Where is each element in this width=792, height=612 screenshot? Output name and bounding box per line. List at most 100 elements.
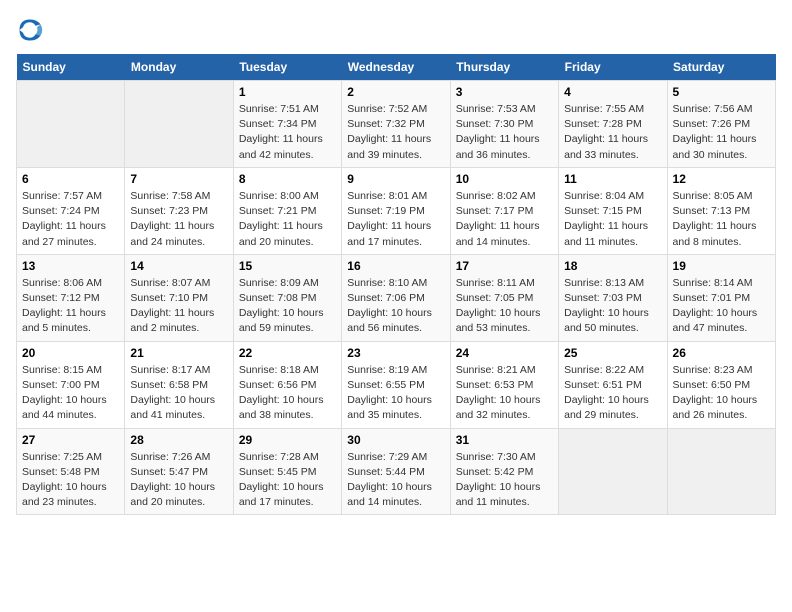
day-info: Sunrise: 8:11 AM Sunset: 7:05 PM Dayligh…: [456, 276, 553, 337]
week-row-5: 27 Sunrise: 7:25 AM Sunset: 5:48 PM Dayli…: [17, 428, 776, 515]
day-info: Sunrise: 8:18 AM Sunset: 6:56 PM Dayligh…: [239, 363, 336, 424]
header-sunday: Sunday: [17, 54, 125, 81]
day-number: 23: [347, 346, 444, 360]
calendar-cell: 30Sunrise: 7:29 AM Sunset: 5:44 PM Dayli…: [342, 428, 450, 515]
day-info: Sunrise: 8:14 AM Sunset: 7:01 PM Dayligh…: [673, 276, 770, 337]
day-info: Sunrise: 8:09 AM Sunset: 7:08 PM Dayligh…: [239, 276, 336, 337]
calendar-cell: 28 Sunrise: 7:26 AM Sunset: 5:47 PM Dayli…: [125, 428, 233, 515]
calendar-cell: 9Sunrise: 8:01 AM Sunset: 7:19 PM Daylig…: [342, 167, 450, 254]
logo: [16, 16, 48, 44]
day-number: 26: [673, 346, 770, 360]
calendar-cell: 14 Sunrise: 8:07 AM Sunset: 7:10 PM Dayli…: [125, 254, 233, 341]
calendar-table: SundayMondayTuesdayWednesdayThursdayFrid…: [16, 54, 776, 515]
day-number: 11: [564, 172, 661, 186]
day-info: Sunrise: 8:04 AM Sunset: 7:15 PM Dayligh…: [564, 189, 661, 250]
calendar-cell: 17 Sunrise: 8:11 AM Sunset: 7:05 PM Dayli…: [450, 254, 558, 341]
day-info: Sunrise: 8:19 AM Sunset: 6:55 PM Dayligh…: [347, 363, 444, 424]
calendar-cell: 29 Sunrise: 7:28 AM Sunset: 5:45 PM Dayli…: [233, 428, 341, 515]
day-info: Sunrise: 8:23 AM Sunset: 6:50 PM Dayligh…: [673, 363, 770, 424]
calendar-cell: 19 Sunrise: 8:14 AM Sunset: 7:01 PM Dayli…: [667, 254, 775, 341]
day-number: 16: [347, 259, 444, 273]
day-info: Sunrise: 7:25 AM Sunset: 5:48 PM Dayligh…: [22, 450, 119, 511]
calendar-cell: 3 Sunrise: 7:53 AM Sunset: 7:30 PM Daylig…: [450, 81, 558, 168]
calendar-cell: 5 Sunrise: 7:56 AM Sunset: 7:26 PM Daylig…: [667, 81, 775, 168]
day-info: Sunrise: 8:10 AM Sunset: 7:06 PM Dayligh…: [347, 276, 444, 337]
day-info: Sunrise: 7:53 AM Sunset: 7:30 PM Dayligh…: [456, 102, 553, 163]
day-number: 22: [239, 346, 336, 360]
day-number: 24: [456, 346, 553, 360]
calendar-cell: 2 Sunrise: 7:52 AM Sunset: 7:32 PM Daylig…: [342, 81, 450, 168]
day-info: Sunrise: 8:05 AM Sunset: 7:13 PM Dayligh…: [673, 189, 770, 250]
calendar-cell: 12 Sunrise: 8:05 AM Sunset: 7:13 PM Dayli…: [667, 167, 775, 254]
day-info: Sunrise: 8:21 AM Sunset: 6:53 PM Dayligh…: [456, 363, 553, 424]
calendar-cell: 22 Sunrise: 8:18 AM Sunset: 6:56 PM Dayli…: [233, 341, 341, 428]
day-number: 28: [130, 433, 227, 447]
day-number: 21: [130, 346, 227, 360]
day-info: Sunrise: 7:51 AM Sunset: 7:34 PM Dayligh…: [239, 102, 336, 163]
calendar-cell: 6 Sunrise: 7:57 AM Sunset: 7:24 PM Daylig…: [17, 167, 125, 254]
day-info: Sunrise: 8:13 AM Sunset: 7:03 PM Dayligh…: [564, 276, 661, 337]
calendar-cell: 21 Sunrise: 8:17 AM Sunset: 6:58 PM Dayli…: [125, 341, 233, 428]
day-number: 14: [130, 259, 227, 273]
calendar-cell: 16 Sunrise: 8:10 AM Sunset: 7:06 PM Dayli…: [342, 254, 450, 341]
header-wednesday: Wednesday: [342, 54, 450, 81]
calendar-cell: [17, 81, 125, 168]
day-number: 25: [564, 346, 661, 360]
day-info: Sunrise: 7:30 AM Sunset: 5:42 PM Dayligh…: [456, 450, 553, 511]
day-info: Sunrise: 7:56 AM Sunset: 7:26 PM Dayligh…: [673, 102, 770, 163]
calendar-cell: 1 Sunrise: 7:51 AM Sunset: 7:34 PM Daylig…: [233, 81, 341, 168]
header-monday: Monday: [125, 54, 233, 81]
day-number: 2: [347, 85, 444, 99]
day-info: Sunrise: 7:58 AM Sunset: 7:23 PM Dayligh…: [130, 189, 227, 250]
day-number: 17: [456, 259, 553, 273]
calendar-cell: [125, 81, 233, 168]
page-header: [16, 16, 776, 44]
day-number: 12: [673, 172, 770, 186]
week-row-1: 1 Sunrise: 7:51 AM Sunset: 7:34 PM Daylig…: [17, 81, 776, 168]
calendar-cell: 26 Sunrise: 8:23 AM Sunset: 6:50 PM Dayli…: [667, 341, 775, 428]
calendar-header-row: SundayMondayTuesdayWednesdayThursdayFrid…: [17, 54, 776, 81]
calendar-cell: 23 Sunrise: 8:19 AM Sunset: 6:55 PM Dayli…: [342, 341, 450, 428]
calendar-cell: 27 Sunrise: 7:25 AM Sunset: 5:48 PM Dayli…: [17, 428, 125, 515]
day-info: Sunrise: 8:00 AM Sunset: 7:21 PM Dayligh…: [239, 189, 336, 250]
calendar-cell: 15 Sunrise: 8:09 AM Sunset: 7:08 PM Dayli…: [233, 254, 341, 341]
day-number: 9: [347, 172, 444, 186]
week-row-4: 20Sunrise: 8:15 AM Sunset: 7:00 PM Dayli…: [17, 341, 776, 428]
day-info: Sunrise: 7:52 AM Sunset: 7:32 PM Dayligh…: [347, 102, 444, 163]
day-number: 7: [130, 172, 227, 186]
week-row-3: 13Sunrise: 8:06 AM Sunset: 7:12 PM Dayli…: [17, 254, 776, 341]
day-number: 15: [239, 259, 336, 273]
calendar-cell: 20Sunrise: 8:15 AM Sunset: 7:00 PM Dayli…: [17, 341, 125, 428]
day-info: Sunrise: 8:15 AM Sunset: 7:00 PM Dayligh…: [22, 363, 119, 424]
day-number: 13: [22, 259, 119, 273]
calendar-cell: 7 Sunrise: 7:58 AM Sunset: 7:23 PM Daylig…: [125, 167, 233, 254]
week-row-2: 6 Sunrise: 7:57 AM Sunset: 7:24 PM Daylig…: [17, 167, 776, 254]
day-number: 10: [456, 172, 553, 186]
day-number: 19: [673, 259, 770, 273]
day-number: 3: [456, 85, 553, 99]
day-info: Sunrise: 7:26 AM Sunset: 5:47 PM Dayligh…: [130, 450, 227, 511]
day-number: 30: [347, 433, 444, 447]
day-info: Sunrise: 7:28 AM Sunset: 5:45 PM Dayligh…: [239, 450, 336, 511]
calendar-cell: 13Sunrise: 8:06 AM Sunset: 7:12 PM Dayli…: [17, 254, 125, 341]
logo-icon: [16, 16, 44, 44]
calendar-cell: [559, 428, 667, 515]
day-number: 27: [22, 433, 119, 447]
header-thursday: Thursday: [450, 54, 558, 81]
day-info: Sunrise: 8:07 AM Sunset: 7:10 PM Dayligh…: [130, 276, 227, 337]
day-info: Sunrise: 7:57 AM Sunset: 7:24 PM Dayligh…: [22, 189, 119, 250]
day-number: 1: [239, 85, 336, 99]
day-number: 5: [673, 85, 770, 99]
calendar-cell: 18 Sunrise: 8:13 AM Sunset: 7:03 PM Dayli…: [559, 254, 667, 341]
day-number: 29: [239, 433, 336, 447]
calendar-cell: 8Sunrise: 8:00 AM Sunset: 7:21 PM Daylig…: [233, 167, 341, 254]
day-info: Sunrise: 8:17 AM Sunset: 6:58 PM Dayligh…: [130, 363, 227, 424]
calendar-cell: 31Sunrise: 7:30 AM Sunset: 5:42 PM Dayli…: [450, 428, 558, 515]
day-number: 18: [564, 259, 661, 273]
day-number: 6: [22, 172, 119, 186]
calendar-cell: 11 Sunrise: 8:04 AM Sunset: 7:15 PM Dayli…: [559, 167, 667, 254]
header-tuesday: Tuesday: [233, 54, 341, 81]
calendar-cell: 25Sunrise: 8:22 AM Sunset: 6:51 PM Dayli…: [559, 341, 667, 428]
calendar-cell: 24 Sunrise: 8:21 AM Sunset: 6:53 PM Dayli…: [450, 341, 558, 428]
calendar-cell: 10Sunrise: 8:02 AM Sunset: 7:17 PM Dayli…: [450, 167, 558, 254]
